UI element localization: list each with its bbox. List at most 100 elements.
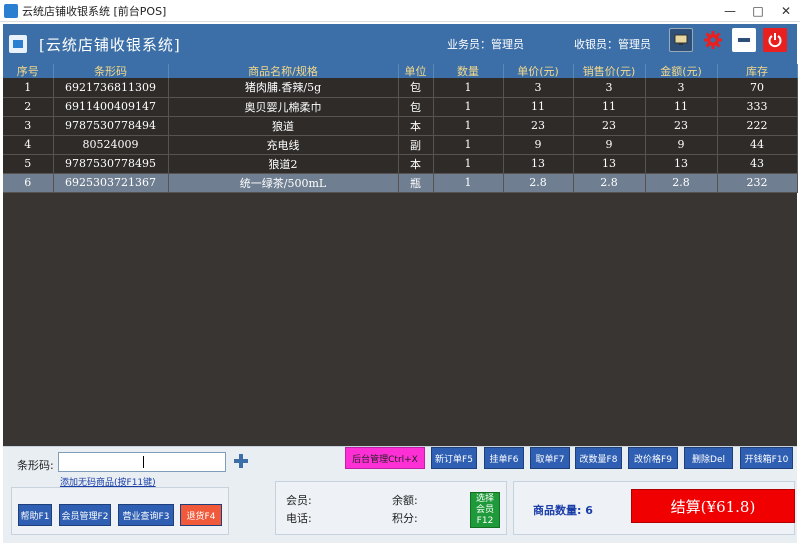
column-header[interactable]: 单价(元)	[503, 64, 574, 78]
grid-body: 1 6921736811309 猪肉脯.香辣/5g 包 1 3 3 3 70 2 691140040…	[3, 78, 798, 193]
table-cell: 6	[3, 173, 54, 193]
table-cell: 70	[717, 78, 798, 98]
item-count: 商品数量: 6	[533, 504, 593, 517]
backend-manage-button[interactable]: 后台管理Ctrl+X	[345, 447, 425, 469]
table-cell: 3	[503, 78, 574, 98]
table-cell: 1	[433, 116, 504, 136]
barcode-input[interactable]	[58, 452, 226, 472]
app-header: [云统店铺收银系统] 业务员：管理员 收银员：管理员	[3, 24, 797, 64]
table-cell: 2.8	[573, 173, 646, 193]
column-header[interactable]: 序号	[3, 64, 54, 78]
select-member-button[interactable]: 选择 会员 F12	[470, 492, 500, 528]
phone-label: 电话:	[286, 512, 312, 525]
table-cell: 13	[573, 154, 646, 174]
grid-header: 序号 条形码 商品名称/规格 单位 数量 单价(元) 销售价(元) 金额(元) 库存	[3, 64, 798, 78]
cashier-label: 收银员：管理员	[574, 38, 651, 51]
table-cell: 统一绿茶/500mL	[168, 173, 399, 193]
table-cell: 2	[3, 97, 54, 117]
column-header[interactable]: 库存	[717, 64, 798, 78]
table-cell: 4	[3, 135, 54, 155]
table-cell: 23	[645, 116, 718, 136]
member-management-button[interactable]: 会员管理F2	[59, 504, 111, 526]
table-cell: 1	[433, 97, 504, 117]
select-member-line2: 会员	[475, 504, 494, 515]
new-order-button[interactable]: 新订单F5	[431, 447, 477, 469]
text-caret	[143, 456, 144, 468]
minimize-icon	[738, 38, 750, 42]
column-header[interactable]: 数量	[433, 64, 504, 78]
salesperson-label: 业务员：管理员	[447, 38, 524, 51]
table-cell: 1	[433, 154, 504, 174]
settings-button[interactable]	[701, 28, 725, 52]
power-button[interactable]	[763, 28, 787, 52]
add-item-plus-icon[interactable]	[234, 454, 248, 468]
checkout-button[interactable]: 结算(¥61.8)	[631, 489, 795, 523]
table-row[interactable]: 2 6911400409147 奥贝婴儿棉柔巾包 1 11 11 11 333	[3, 97, 798, 117]
window-maximize-button[interactable]: □	[744, 0, 772, 22]
app-logo-icon	[9, 35, 27, 53]
table-row[interactable]: 1 6921736811309 猪肉脯.香辣/5g 包 1 3 3 3 70	[3, 78, 798, 98]
power-icon	[768, 33, 782, 48]
table-cell: 6925303721367	[53, 173, 169, 193]
table-cell: 狼道2	[168, 154, 399, 174]
change-quantity-button[interactable]: 改数量F8	[575, 447, 622, 469]
column-header[interactable]: 条形码	[53, 64, 169, 78]
table-row[interactable]: 6 6925303721367 统一绿茶/500mL 瓶 1 2.8 2.8 2.8 232	[3, 173, 798, 193]
table-cell: 222	[717, 116, 798, 136]
table-cell: 9	[573, 135, 646, 155]
table-cell: 23	[503, 116, 574, 136]
table-cell: 1	[433, 78, 504, 98]
table-cell: 包	[398, 97, 434, 117]
app-icon	[4, 3, 18, 18]
table-row[interactable]: 4 80524009 充电线副 1 9 9 9 44	[3, 135, 798, 155]
table-cell: 232	[717, 173, 798, 193]
table-cell: 333	[717, 97, 798, 117]
column-header[interactable]: 金额(元)	[645, 64, 718, 78]
table-cell: 11	[573, 97, 646, 117]
table-cell: 狼道	[168, 116, 399, 136]
table-cell: 猪肉脯.香辣/5g	[168, 78, 399, 98]
column-header[interactable]: 单位	[398, 64, 434, 78]
retrieve-order-button[interactable]: 取单F7	[530, 447, 570, 469]
table-row[interactable]: 5 9787530778495 狼道2 本 1 13 13 13 43	[3, 154, 798, 174]
table-cell: 11	[645, 97, 718, 117]
table-cell: 瓶	[398, 173, 434, 193]
table-cell: 44	[717, 135, 798, 155]
system-title: [云统店铺收银系统]	[39, 35, 181, 54]
bottom-panel: 条形码: 添加无码商品(按F11键) 后台管理Ctrl+X 新订单F5 挂单F6…	[3, 446, 797, 543]
column-header[interactable]: 商品名称/规格	[168, 64, 399, 78]
table-row[interactable]: 3 9787530778494 狼道本 1 23 23 23 222	[3, 116, 798, 136]
return-button[interactable]: 退货F4	[180, 504, 222, 526]
gear-icon	[704, 31, 722, 49]
select-member-line1: 选择	[475, 493, 494, 504]
table-cell: 5	[3, 154, 54, 174]
monitor-icon	[674, 34, 688, 45]
screen-button[interactable]	[669, 28, 693, 52]
window-controls: — □ ✕	[716, 0, 800, 22]
table-cell: 包	[398, 78, 434, 98]
open-drawer-button[interactable]: 开钱箱F10	[740, 447, 793, 469]
table-cell: 1	[433, 173, 504, 193]
table-cell: 9	[645, 135, 718, 155]
table-cell: 6921736811309	[53, 78, 169, 98]
window-close-button[interactable]: ✕	[772, 0, 800, 22]
column-header[interactable]: 销售价(元)	[573, 64, 646, 78]
table-cell: 充电线	[168, 135, 399, 155]
function-buttons-panel: 帮助F1 会员管理F2 营业查询F3 退货F4	[11, 487, 229, 535]
minimize-app-button[interactable]	[732, 28, 756, 52]
member-panel: 会员: 电话: 余额: 积分: 选择 会员 F12	[275, 481, 507, 535]
window-minimize-button[interactable]: —	[716, 0, 744, 22]
table-cell: 3	[573, 78, 646, 98]
hold-order-button[interactable]: 挂单F6	[484, 447, 524, 469]
change-price-button[interactable]: 改价格F9	[628, 447, 678, 469]
product-grid: 序号 条形码 商品名称/规格 单位 数量 单价(元) 销售价(元) 金额(元) 库存 1 6921…	[3, 64, 798, 446]
help-button[interactable]: 帮助F1	[18, 504, 52, 526]
table-cell: 3	[645, 78, 718, 98]
sales-query-button[interactable]: 营业查询F3	[118, 504, 174, 526]
window-title-bar: 云统店铺收银系统 [前台POS] — □ ✕	[0, 0, 800, 22]
table-cell: 13	[503, 154, 574, 174]
table-cell: 13	[645, 154, 718, 174]
window-title: 云统店铺收银系统 [前台POS]	[22, 4, 167, 18]
table-cell: 6911400409147	[53, 97, 169, 117]
delete-item-button[interactable]: 删除Del	[684, 447, 733, 469]
